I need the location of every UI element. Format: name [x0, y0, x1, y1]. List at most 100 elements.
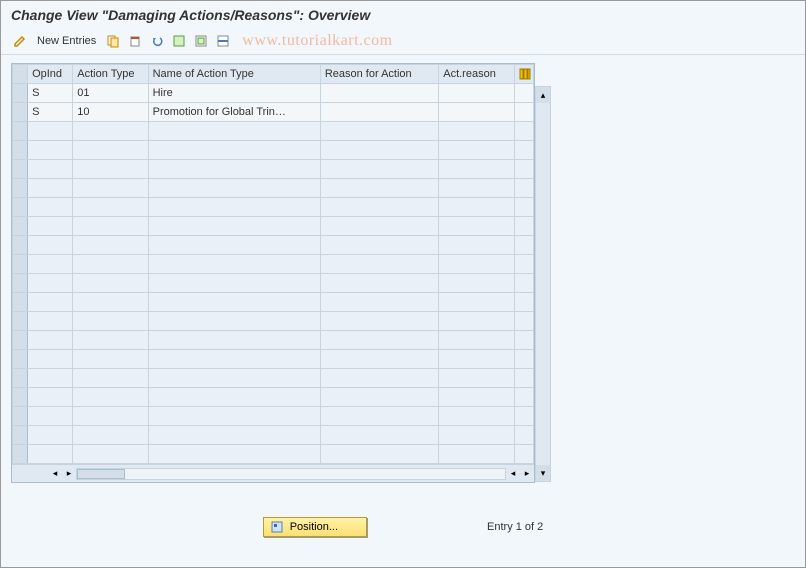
col-act-reason[interactable]: Act.reason [439, 65, 514, 84]
copy-icon[interactable] [104, 32, 122, 50]
row-selector[interactable] [13, 350, 28, 369]
table-row[interactable]: S01Hire [13, 84, 534, 103]
cell-empty[interactable] [439, 407, 514, 426]
cell-empty[interactable] [148, 331, 320, 350]
cell-empty[interactable] [28, 426, 73, 445]
cell-empty[interactable] [28, 331, 73, 350]
hscroll-right-end-icon[interactable]: ▸ [520, 468, 534, 479]
cell-empty[interactable] [28, 179, 73, 198]
cell-empty[interactable] [148, 217, 320, 236]
cell-empty[interactable] [320, 426, 438, 445]
cell-empty[interactable] [320, 198, 438, 217]
cell-empty[interactable] [73, 369, 148, 388]
cell-empty[interactable] [28, 445, 73, 464]
vscroll-down-icon[interactable]: ▾ [536, 465, 550, 481]
row-selector[interactable] [13, 198, 28, 217]
table-row-empty[interactable] [13, 217, 534, 236]
table-row-empty[interactable] [13, 179, 534, 198]
cell-empty[interactable] [439, 331, 514, 350]
cell-empty[interactable] [28, 274, 73, 293]
cell-name[interactable]: Promotion for Global Trin… [148, 103, 320, 122]
cell-empty[interactable] [73, 274, 148, 293]
cell-empty[interactable] [439, 236, 514, 255]
deselect-icon[interactable] [214, 32, 232, 50]
cell-empty[interactable] [320, 274, 438, 293]
cell-empty[interactable] [320, 369, 438, 388]
row-selector[interactable] [13, 160, 28, 179]
cell-empty[interactable] [28, 236, 73, 255]
cell-act-reason[interactable] [439, 84, 514, 103]
cell-empty[interactable] [73, 122, 148, 141]
cell-empty[interactable] [73, 388, 148, 407]
table-row-empty[interactable] [13, 198, 534, 217]
cell-act-reason[interactable] [439, 103, 514, 122]
cell-empty[interactable] [73, 179, 148, 198]
row-selector[interactable] [13, 445, 28, 464]
table-row-empty[interactable] [13, 407, 534, 426]
cell-empty[interactable] [320, 217, 438, 236]
row-selector[interactable] [13, 255, 28, 274]
hscroll-track[interactable] [76, 468, 506, 480]
cell-empty[interactable] [148, 198, 320, 217]
cell-empty[interactable] [28, 350, 73, 369]
table-row-empty[interactable] [13, 369, 534, 388]
cell-empty[interactable] [320, 331, 438, 350]
cell-empty[interactable] [28, 369, 73, 388]
hscroll-right-icon[interactable]: ◂ [506, 468, 520, 479]
cell-empty[interactable] [439, 217, 514, 236]
cell-empty[interactable] [439, 445, 514, 464]
row-selector[interactable] [13, 141, 28, 160]
change-icon[interactable] [11, 32, 29, 50]
cell-empty[interactable] [73, 350, 148, 369]
cell-empty[interactable] [320, 445, 438, 464]
row-selector[interactable] [13, 293, 28, 312]
cell-empty[interactable] [439, 160, 514, 179]
row-selector[interactable] [13, 426, 28, 445]
cell-empty[interactable] [28, 217, 73, 236]
table-row-empty[interactable] [13, 255, 534, 274]
table-row-empty[interactable] [13, 236, 534, 255]
cell-empty[interactable] [73, 141, 148, 160]
cell-empty[interactable] [28, 160, 73, 179]
cell-empty[interactable] [28, 141, 73, 160]
row-selector[interactable] [13, 274, 28, 293]
table-row[interactable]: S10Promotion for Global Trin… [13, 103, 534, 122]
cell-empty[interactable] [148, 388, 320, 407]
cell-empty[interactable] [73, 331, 148, 350]
row-selector[interactable] [13, 122, 28, 141]
col-action-type[interactable]: Action Type [73, 65, 148, 84]
table-row-empty[interactable] [13, 426, 534, 445]
cell-empty[interactable] [73, 236, 148, 255]
cell-empty[interactable] [439, 350, 514, 369]
row-selector[interactable] [13, 388, 28, 407]
cell-empty[interactable] [73, 255, 148, 274]
cell-empty[interactable] [320, 122, 438, 141]
table-row-empty[interactable] [13, 160, 534, 179]
cell-empty[interactable] [148, 274, 320, 293]
cell-empty[interactable] [28, 122, 73, 141]
cell-empty[interactable] [439, 122, 514, 141]
config-column-icon[interactable] [514, 65, 533, 84]
cell-empty[interactable] [73, 160, 148, 179]
row-selector[interactable] [13, 84, 28, 103]
cell-empty[interactable] [73, 312, 148, 331]
cell-empty[interactable] [439, 274, 514, 293]
col-opind[interactable]: OpInd [28, 65, 73, 84]
hscroll-left-icon[interactable]: ▸ [62, 468, 76, 479]
cell-empty[interactable] [439, 369, 514, 388]
cell-empty[interactable] [73, 217, 148, 236]
cell-empty[interactable] [439, 255, 514, 274]
cell-empty[interactable] [148, 312, 320, 331]
cell-empty[interactable] [148, 426, 320, 445]
cell-reason[interactable] [320, 103, 438, 122]
cell-empty[interactable] [148, 407, 320, 426]
cell-empty[interactable] [73, 445, 148, 464]
table-row-empty[interactable] [13, 445, 534, 464]
cell-empty[interactable] [73, 426, 148, 445]
cell-empty[interactable] [28, 293, 73, 312]
cell-empty[interactable] [73, 198, 148, 217]
cell-empty[interactable] [320, 388, 438, 407]
cell-action-type[interactable]: 01 [73, 84, 148, 103]
row-selector[interactable] [13, 407, 28, 426]
cell-empty[interactable] [28, 255, 73, 274]
